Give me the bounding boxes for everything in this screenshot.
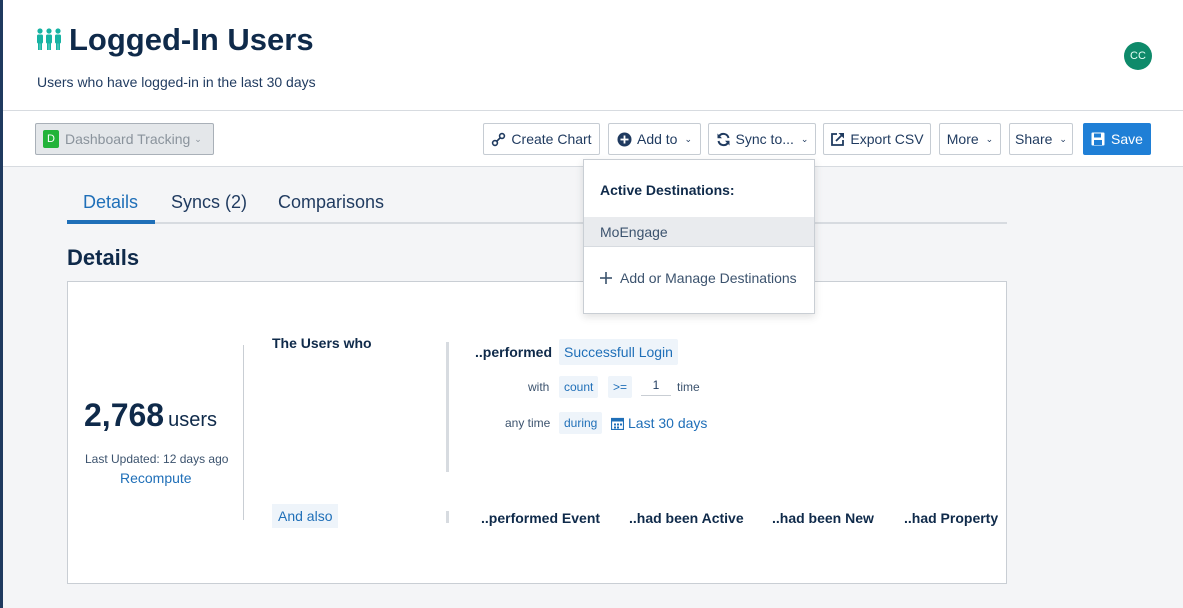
add-to-button[interactable]: Add to ⌄: [608, 123, 701, 155]
add-to-label: Add to: [636, 131, 678, 147]
sync-icon: [717, 132, 730, 146]
add-had-been-new[interactable]: ..had been New: [772, 510, 874, 526]
add-manage-label: Add or Manage Destinations: [620, 270, 797, 286]
user-count-unit: users: [168, 409, 217, 431]
last-updated: Last Updated: 12 days ago: [85, 452, 229, 466]
performed-label: ..performed: [475, 344, 553, 360]
page-subtitle: Users who have logged-in in the last 30 …: [37, 74, 316, 90]
count-input[interactable]: 1: [641, 378, 671, 396]
create-chart-button[interactable]: Create Chart: [483, 123, 600, 155]
condition-bar: [446, 342, 449, 472]
floppy-disk-icon: [1091, 132, 1105, 146]
chevron-down-icon: ⌄: [800, 133, 809, 144]
users-group-icon: [37, 28, 61, 50]
sync-destinations-dropdown: Active Destinations: MoEngage Add or Man…: [583, 159, 815, 314]
add-manage-destinations[interactable]: Add or Manage Destinations: [600, 270, 797, 286]
any-time-label: any time: [505, 416, 551, 430]
save-button[interactable]: Save: [1083, 123, 1151, 155]
dashboard-select-label: Dashboard Tracking: [65, 131, 191, 147]
with-label: with: [528, 380, 550, 394]
dashboard-select[interactable]: D Dashboard Tracking ⌄: [35, 123, 214, 155]
active-tab-indicator: [67, 220, 155, 224]
chart-link-icon: [492, 132, 506, 146]
share-label: Share: [1015, 131, 1053, 147]
page-header: Logged-In Users Users who have logged-in…: [3, 0, 1183, 111]
more-button[interactable]: More ⌄: [939, 123, 1001, 155]
chevron-down-icon: ⌄: [985, 133, 994, 144]
chevron-down-icon: ⌄: [1059, 133, 1067, 144]
save-label: Save: [1111, 131, 1143, 147]
chevron-down-icon: ⌄: [194, 133, 202, 144]
plus-circle-icon: [617, 132, 632, 146]
divider: [243, 345, 244, 520]
date-range-picker[interactable]: Last 30 days: [611, 415, 707, 431]
create-chart-label: Create Chart: [511, 131, 592, 147]
tab-comparisons[interactable]: Comparisons: [278, 192, 384, 213]
share-button[interactable]: Share ⌄: [1009, 123, 1073, 155]
during-select[interactable]: during: [559, 412, 603, 434]
and-also-button[interactable]: And also: [272, 504, 339, 528]
detail-tabs: Details Syncs (2) Comparisons: [67, 180, 1007, 224]
dashboard-badge: D: [43, 130, 59, 148]
add-had-been-active[interactable]: ..had been Active: [629, 510, 744, 526]
recompute-link[interactable]: Recompute: [120, 470, 192, 486]
dropdown-divider: [584, 246, 814, 247]
event-select[interactable]: Successfull Login: [559, 339, 678, 365]
tab-syncs[interactable]: Syncs (2): [171, 192, 247, 213]
dropdown-heading: Active Destinations:: [600, 182, 735, 198]
avatar[interactable]: CC: [1124, 42, 1152, 70]
condition-bar: [446, 511, 449, 523]
sync-to-label: Sync to...: [735, 131, 794, 147]
tab-details[interactable]: Details: [83, 192, 138, 213]
add-had-property[interactable]: ..had Property: [904, 510, 998, 526]
user-count-value: 2,768: [84, 397, 165, 433]
calendar-icon: [611, 417, 624, 430]
destination-item-moengage[interactable]: MoEngage: [584, 217, 814, 246]
users-who-label: The Users who: [272, 335, 372, 351]
sync-to-button[interactable]: Sync to... ⌄: [708, 123, 816, 155]
cohort-card: 2,768 users Last Updated: 12 days ago Rec…: [67, 281, 1007, 584]
operator-select[interactable]: >=: [608, 376, 633, 398]
user-count: 2,768 users: [84, 397, 217, 434]
export-icon: [831, 132, 845, 146]
export-csv-label: Export CSV: [850, 131, 924, 147]
more-label: More: [946, 131, 979, 147]
section-title: Details: [67, 245, 140, 270]
time-label: time: [677, 380, 700, 394]
plus-icon: [600, 272, 612, 284]
chevron-down-icon: ⌄: [684, 133, 693, 144]
count-select[interactable]: count: [559, 376, 599, 398]
page-title: Logged-In Users: [69, 22, 314, 57]
add-performed-event[interactable]: ..performed Event: [481, 510, 600, 526]
export-csv-button[interactable]: Export CSV: [823, 123, 931, 155]
date-range-label: Last 30 days: [628, 415, 708, 431]
